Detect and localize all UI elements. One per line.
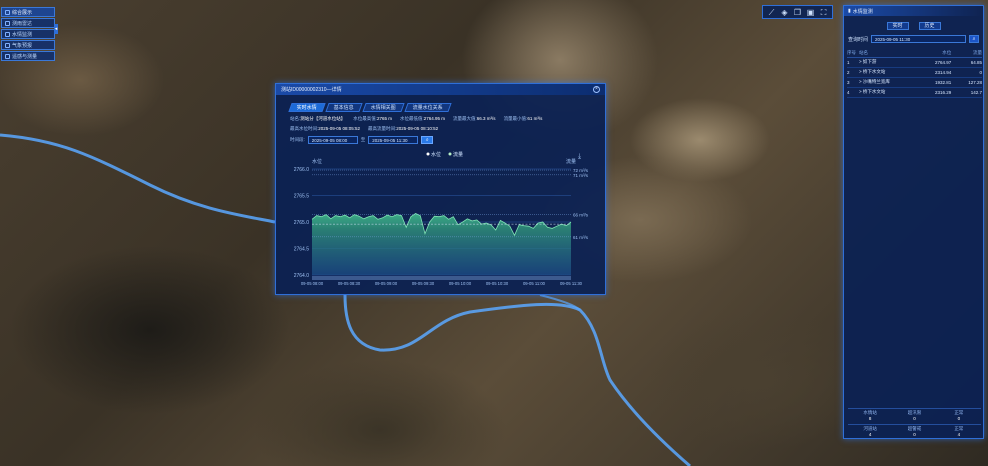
search-icon: ⌕ <box>972 36 976 42</box>
start-time-input[interactable]: 2025-09-05 08:00 <box>307 136 358 144</box>
close-icon[interactable]: × <box>593 86 600 93</box>
chart-icon: ▮ <box>848 8 851 14</box>
end-time-input[interactable]: 2025-09-05 11:30 <box>368 136 419 144</box>
legend-marker <box>426 152 430 156</box>
download-icon[interactable]: ⤓ <box>578 153 581 160</box>
time-flow-max: 2025-09-05 08:10:52 <box>396 126 439 131</box>
table-row[interactable]: 4 > 桥下水文站 2316.29 142.7 <box>847 87 982 98</box>
nav-item-weather[interactable]: 气象预报 <box>1 40 55 50</box>
nav-item-radar[interactable]: 测雨雷达 <box>1 18 55 28</box>
window-icon[interactable]: ▣ <box>805 7 816 18</box>
radar-icon <box>5 20 10 26</box>
x-tick-label: 09-05 08:30 <box>338 281 361 286</box>
y-axis-label-right: 流量 <box>566 158 576 165</box>
stat-item: 超汛限 0 <box>892 408 937 421</box>
right-axis-label: 71 m³/s <box>573 173 589 178</box>
y-tick-label: 2765.0 <box>294 220 310 226</box>
station-name: 测站分【河道水位站】 <box>300 116 346 121</box>
y-tick-label: 2765.5 <box>294 194 310 200</box>
x-tick-label: 09-05 09:30 <box>412 281 435 286</box>
right-axis-label: 61 m³/s <box>573 235 589 240</box>
y-axis-label-left: 水位 <box>312 158 322 165</box>
col-no: 序号 <box>847 49 859 58</box>
nav-item-remote-sensing[interactable]: 遥感与测量 <box>1 51 55 61</box>
x-range-slider <box>312 276 571 280</box>
water-level-chart: 水位 流量 水位 流量 ⤓ 2766.02765.52765.02764.5276… <box>294 151 589 286</box>
col-name: 站名 <box>859 49 915 58</box>
y-tick-label: 2764.0 <box>294 273 310 279</box>
stat-item: 水情站 8 <box>848 408 893 421</box>
table-row[interactable]: 3 > 沙嘴特兰宽库 1932.81 127.28 <box>847 77 982 88</box>
flow-min: 61 m³/s <box>527 116 543 121</box>
legend-label: 流量 <box>453 151 463 158</box>
dialog-title-bar: 测站ID00000002310—详情 × <box>276 84 605 95</box>
realtime-button[interactable]: 实时 <box>886 22 909 30</box>
water-monitor-panel: ▮ 水情监测 实时 历史 查询时间 2025-09-05 11:30 ⌕ 序号 站… <box>843 5 984 439</box>
panel-title: ▮ 水情监测 <box>844 6 983 16</box>
query-time-input[interactable]: 2025-09-05 11:30 <box>871 35 966 43</box>
nav-item-water[interactable]: 水情监测 <box>1 29 55 39</box>
level-max: 2765 m <box>377 116 393 121</box>
x-tick-label: 09-05 09:00 <box>375 281 398 286</box>
flow-max: 66.3 m³/s <box>476 116 496 121</box>
level-area <box>312 213 571 275</box>
left-navigation: 综合展示 测雨雷达 水情监测 气象预报 遥感与测量 <box>1 7 55 62</box>
station-detail-dialog: 测站ID00000002310—详情 × 实时水情 基本信息 水情相关图 流量水… <box>275 83 606 295</box>
stat-item: 超警戒 0 <box>892 424 937 437</box>
tab-flow-level[interactable]: 流量水位关系 <box>404 103 452 112</box>
nav-item-overview[interactable]: 综合展示 <box>1 7 55 17</box>
table-row[interactable]: 1 > 奴下游 2764.97 64.85 <box>847 57 982 68</box>
ruler-icon[interactable]: ⟋ <box>766 7 777 18</box>
query-time-label: 查询时间 <box>848 36 869 43</box>
query-button[interactable]: ⌕ <box>421 136 434 144</box>
level-min: 2764.95 m <box>423 116 446 121</box>
x-tick-label: 09-05 10:30 <box>486 281 509 286</box>
map-toolbar: ⟋ ◈ ❐ ▣ ⛶ <box>762 5 833 19</box>
stat-item: 河道站 4 <box>848 424 893 437</box>
table-row[interactable]: 2 > 桥下水文站 2314.94 0 <box>847 67 982 78</box>
copy-icon[interactable]: ❐ <box>792 7 803 18</box>
cloud-icon <box>5 42 10 48</box>
history-button[interactable]: 历史 <box>918 22 941 30</box>
station-table: 序号 站名 水位 流量 1 > 奴下游 2764.97 64.85 2 > 桥下水文站 2… <box>847 49 982 98</box>
tab-water-chart[interactable]: 水情相关图 <box>362 103 405 112</box>
search-icon: ⌕ <box>425 137 429 143</box>
y-tick-label: 2766.0 <box>294 167 310 173</box>
tab-realtime[interactable]: 实时水情 <box>288 103 326 112</box>
dialog-title: 测站ID00000002310—详情 <box>281 87 342 93</box>
satellite-icon <box>5 53 10 59</box>
nav-collapse-toggle[interactable]: ◂ <box>54 24 58 34</box>
x-tick-label: 09-05 08:00 <box>301 281 324 286</box>
layers-icon <box>5 9 10 15</box>
stat-item: 正常 4 <box>936 424 981 437</box>
x-tick-label: 09-05 10:00 <box>449 281 472 286</box>
stat-item: 正常 0 <box>936 408 981 421</box>
x-tick-label: 09-05 11:00 <box>523 281 546 286</box>
info-row-2: 最高水位时间:2025-09-05 08:05:52 最高流量时间:2025-0… <box>290 126 439 131</box>
time-range-query: 时间段: 2025-09-05 08:00 至 2025-09-05 11:30… <box>290 136 605 144</box>
x-tick-label: 09-05 11:30 <box>560 281 583 286</box>
search-button[interactable]: ⌕ <box>969 35 979 43</box>
time-level-max: 2025-09-05 08:05:52 <box>318 126 361 131</box>
y-tick-label: 2764.5 <box>294 247 310 253</box>
water-icon <box>5 31 10 37</box>
legend-marker <box>448 152 452 156</box>
layers-icon[interactable]: ◈ <box>779 7 790 18</box>
right-axis-label: 66 m³/s <box>573 213 589 218</box>
col-level: 水位 <box>915 49 952 58</box>
col-flow: 流量 <box>951 49 982 58</box>
info-row-1: 站名:测站分【河道水位站】 水位最高值:2765 m 水位最低值:2764.95… <box>290 116 543 121</box>
station-stats: 水情站 8 超汛限 0 正常 0 河道站 4 超警戒 0 正常 4 <box>848 408 981 437</box>
dialog-tabs: 实时水情 基本信息 水情相关图 流量水位关系 <box>288 103 605 112</box>
fullscreen-icon[interactable]: ⛶ <box>818 7 829 18</box>
tab-basic-info[interactable]: 基本信息 <box>325 103 363 112</box>
legend-label: 水位 <box>431 151 441 158</box>
